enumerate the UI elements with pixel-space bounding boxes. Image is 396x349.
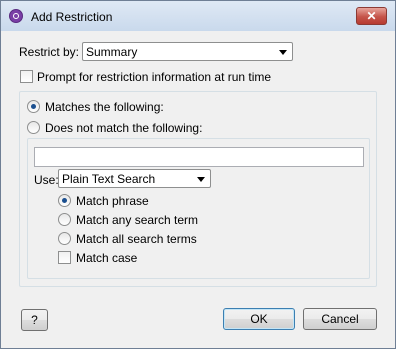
match-any-label: Match any search term: [76, 213, 199, 227]
match-phrase-label: Match phrase: [76, 194, 149, 208]
match-any-radio[interactable]: [58, 213, 71, 226]
match-case-label: Match case: [76, 251, 138, 265]
title-bar: Add Restriction ✕: [1, 1, 395, 31]
use-select[interactable]: Plain Text Search: [58, 169, 211, 188]
restrict-by-label: Restrict by:: [19, 45, 80, 59]
close-button[interactable]: ✕: [356, 7, 387, 25]
app-logo-icon: [9, 9, 23, 23]
help-button[interactable]: ?: [21, 309, 48, 331]
restrict-by-value: Summary: [86, 45, 138, 59]
match-all-label: Match all search terms: [76, 232, 197, 246]
matches-radio[interactable]: [27, 100, 40, 113]
ok-button[interactable]: OK: [223, 308, 295, 330]
cancel-button[interactable]: Cancel: [303, 308, 377, 330]
matches-radio-label: Matches the following:: [45, 100, 164, 114]
match-phrase-radio[interactable]: [58, 194, 71, 207]
prompt-checkbox[interactable]: [20, 70, 33, 83]
not-match-radio[interactable]: [27, 121, 40, 134]
add-restriction-dialog: Add Restriction ✕ Restrict by: Summary P…: [0, 0, 396, 349]
chevron-down-icon: [197, 177, 205, 182]
search-text-input[interactable]: [34, 147, 364, 167]
match-all-radio[interactable]: [58, 232, 71, 245]
dialog-title: Add Restriction: [31, 10, 113, 24]
match-case-checkbox[interactable]: [58, 251, 71, 264]
chevron-down-icon: [279, 50, 287, 55]
prompt-checkbox-label: Prompt for restriction information at ru…: [37, 70, 272, 84]
not-match-radio-label: Does not match the following:: [45, 121, 203, 135]
restrict-by-select[interactable]: Summary: [82, 42, 293, 61]
use-label: Use:: [34, 173, 59, 187]
use-select-value: Plain Text Search: [62, 172, 156, 186]
